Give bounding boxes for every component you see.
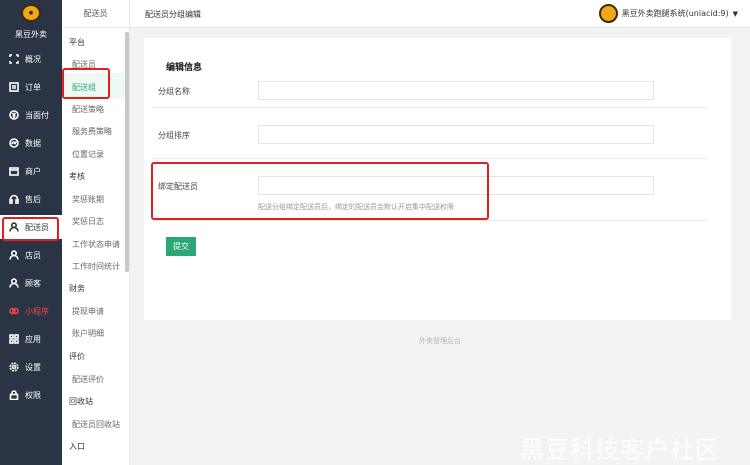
divider bbox=[152, 107, 708, 108]
nav-item-aftersale[interactable]: 售后 bbox=[0, 187, 62, 211]
sub-group-rating: 评价 bbox=[69, 352, 85, 361]
nav-item-settings[interactable]: 设置 bbox=[0, 355, 62, 379]
miniapp-icon bbox=[9, 306, 19, 316]
sub-group-assessment: 考核 bbox=[69, 172, 85, 181]
gear-icon bbox=[9, 362, 19, 372]
sub-group-entry: 入口 bbox=[69, 442, 85, 451]
lock-icon bbox=[9, 390, 19, 400]
nav-label: 店员 bbox=[25, 250, 41, 260]
chart-icon bbox=[9, 138, 19, 148]
logo-icon: ● bbox=[21, 4, 41, 22]
grid-icon bbox=[9, 334, 19, 344]
nav-label: 小程序 bbox=[25, 306, 49, 316]
group-name-label: 分组名称 bbox=[158, 87, 190, 96]
sub-item-account-detail[interactable]: 账户明细 bbox=[72, 328, 104, 339]
yen-icon bbox=[9, 110, 19, 120]
nav-item-merchants[interactable]: 商户 bbox=[0, 159, 62, 183]
group-name-input[interactable] bbox=[258, 81, 654, 100]
list-icon bbox=[9, 82, 19, 92]
nav-item-customers[interactable]: 顾客 bbox=[0, 271, 62, 295]
frame-icon bbox=[9, 54, 19, 64]
nav-label: 商户 bbox=[25, 166, 41, 176]
headset-icon bbox=[9, 194, 19, 204]
highlight-box-courier-groups bbox=[62, 68, 110, 99]
sub-item-courier-rating[interactable]: 配送评价 bbox=[72, 374, 104, 385]
nav-label: 概况 bbox=[25, 54, 41, 64]
sub-sidebar-header: 配送员 bbox=[62, 0, 129, 28]
nav-label: 数据 bbox=[25, 138, 41, 148]
highlight-box-couriers bbox=[2, 217, 59, 241]
sub-item-delivery-strategy[interactable]: 配送策略 bbox=[72, 104, 104, 115]
sub-sidebar-scrollbar[interactable] bbox=[125, 28, 129, 460]
store-icon bbox=[9, 166, 19, 176]
footer-text: 外卖管理后台 bbox=[419, 337, 461, 345]
nav-label: 应用 bbox=[25, 334, 41, 344]
page-title: 配送员分组编辑 bbox=[145, 10, 201, 19]
nav-label: 权限 bbox=[25, 390, 41, 400]
nav-label: 订单 bbox=[25, 82, 41, 92]
sub-item-withdraw[interactable]: 提现申请 bbox=[72, 306, 104, 317]
nav-label: 设置 bbox=[25, 362, 41, 372]
top-bar: 配送员分组编辑 黑豆外卖跑腿系统(uniacid:9) ▼ bbox=[130, 0, 750, 28]
brand-name: 黑豆外卖 bbox=[15, 30, 47, 39]
nav-item-orders[interactable]: 订单 bbox=[0, 75, 62, 99]
nav-item-facepay[interactable]: 当面付 bbox=[0, 103, 62, 127]
sub-item-fee-strategy[interactable]: 服务费策略 bbox=[72, 126, 112, 137]
brand-logo[interactable]: ● 黑豆外卖 bbox=[0, 4, 62, 40]
sub-item-recycle-bin[interactable]: 配送员回收站 bbox=[72, 419, 120, 430]
sub-group-finance: 财务 bbox=[69, 284, 85, 293]
nav-item-permissions[interactable]: 权限 bbox=[0, 383, 62, 407]
scrollbar-thumb[interactable] bbox=[125, 32, 129, 272]
user-icon bbox=[9, 250, 19, 260]
sub-item-location-log[interactable]: 位置记录 bbox=[72, 149, 104, 160]
group-sort-input[interactable] bbox=[258, 125, 654, 144]
user-name: 黑豆外卖跑腿系统(uniacid:9) bbox=[621, 9, 729, 18]
nav-label: 售后 bbox=[25, 194, 41, 204]
avatar bbox=[598, 4, 618, 23]
nav-label: 当面付 bbox=[25, 110, 49, 120]
nav-item-data[interactable]: 数据 bbox=[0, 131, 62, 155]
highlight-box-bind-courier bbox=[151, 162, 489, 220]
nav-item-apps[interactable]: 应用 bbox=[0, 327, 62, 351]
divider bbox=[152, 158, 708, 159]
sub-item-work-time[interactable]: 工作时间统计 bbox=[72, 261, 120, 272]
section-title: 编辑信息 bbox=[166, 63, 203, 73]
nav-item-staff[interactable]: 店员 bbox=[0, 243, 62, 267]
user-menu[interactable]: 黑豆外卖跑腿系统(uniacid:9) ▼ bbox=[598, 4, 738, 23]
nav-label: 顾客 bbox=[25, 278, 41, 288]
sub-item-reward-period[interactable]: 奖惩账期 bbox=[72, 194, 104, 205]
chevron-down-icon: ▼ bbox=[732, 9, 738, 18]
sub-item-reward-log[interactable]: 奖惩日志 bbox=[72, 216, 104, 227]
main-content: 编辑信息 分组名称 分组排序 绑定配送员 配送分组绑定配送员后，绑定的配送员会默… bbox=[130, 28, 750, 465]
nav-item-overview[interactable]: 概况 bbox=[0, 47, 62, 71]
nav-item-miniapp[interactable]: 小程序 bbox=[0, 299, 62, 323]
user-icon bbox=[9, 278, 19, 288]
submit-button[interactable]: 提交 bbox=[166, 237, 196, 256]
sub-item-work-status[interactable]: 工作状态申请 bbox=[72, 239, 120, 250]
group-sort-label: 分组排序 bbox=[158, 131, 190, 140]
sub-group-platform: 平台 bbox=[69, 38, 85, 47]
divider bbox=[152, 220, 708, 221]
sub-group-recycle: 回收站 bbox=[69, 397, 93, 406]
watermark: 黑豆科技客户社区 bbox=[520, 436, 720, 464]
